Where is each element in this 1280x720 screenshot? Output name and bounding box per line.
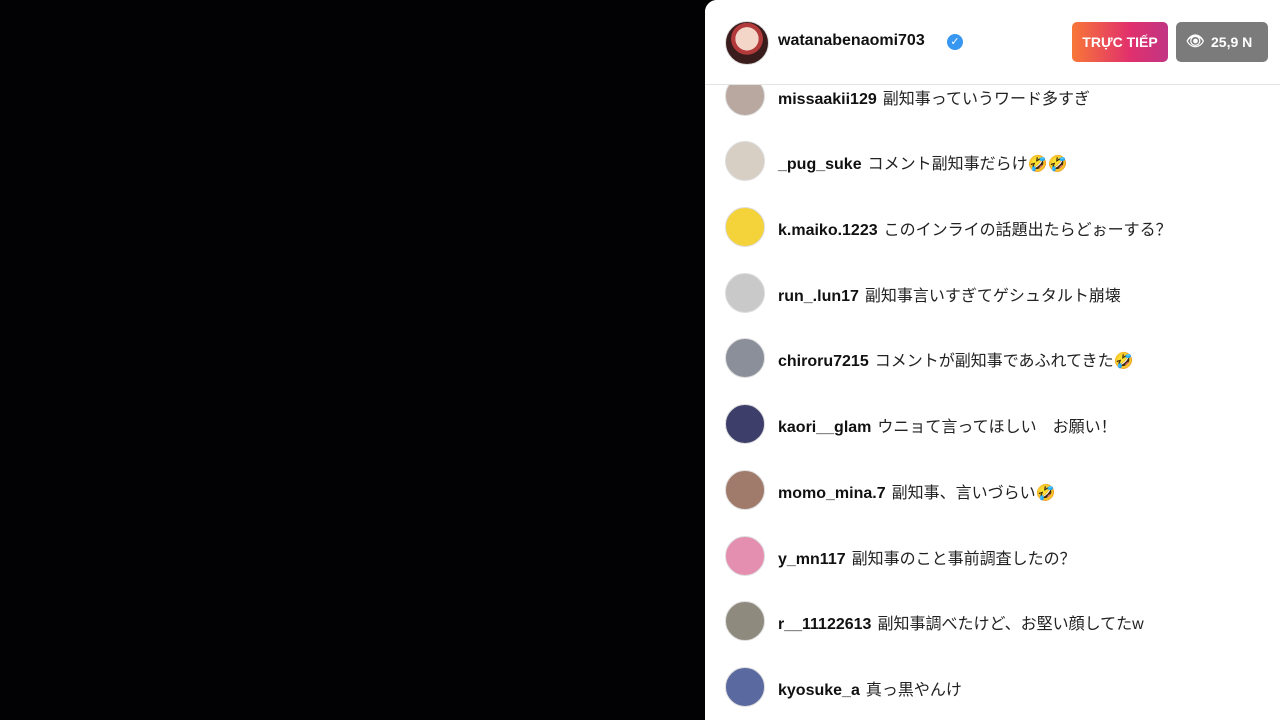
comment-text: chiroru7215 コメントが副知事であふれてきた🤣 — [778, 347, 1134, 371]
comment-body: ウニョて言ってほしい お願い！ — [877, 419, 1117, 436]
verified-badge-icon: ✓ — [947, 34, 963, 50]
comment-list[interactable]: missaakii129 副知事っていうワード多すぎ _pug_suke コメント副… — [705, 0, 1280, 720]
comment-item: kyosuke_a 真っ黒やんけ — [705, 665, 1280, 709]
comment-username[interactable]: k.maiko.1223 — [778, 222, 878, 239]
comment-item: r__11122613 副知事調べたけど、お堅い顔してたw — [705, 599, 1280, 643]
comment-item: y_mn117 副知事のこと事前調査したの？ — [705, 534, 1280, 578]
comment-item: momo_mina.7 副知事、言いづらい🤣 — [705, 468, 1280, 512]
comment-username[interactable]: run_.lun17 — [778, 288, 859, 305]
comment-text: r__11122613 副知事調べたけど、お堅い顔してたw — [778, 610, 1144, 634]
live-video-area[interactable] — [0, 0, 705, 720]
user-avatar[interactable] — [725, 470, 765, 510]
viewer-count-badge[interactable]: 👁 25,9 N — [1176, 22, 1268, 62]
comment-body: コメントが副知事であふれてきた🤣 — [874, 353, 1134, 370]
user-avatar[interactable] — [725, 207, 765, 247]
comment-username[interactable]: momo_mina.7 — [778, 485, 886, 502]
comment-username[interactable]: y_mn117 — [778, 551, 846, 568]
comments-panel: missaakii129 副知事っていうワード多すぎ _pug_suke コメント副… — [705, 0, 1280, 720]
host-username[interactable]: watanabenaomi703 — [778, 32, 925, 50]
comment-item: kaori__glam ウニョて言ってほしい お願い！ — [705, 402, 1280, 446]
comment-body: 真っ黒やんけ — [865, 682, 962, 699]
user-avatar[interactable] — [725, 141, 765, 181]
comment-username[interactable]: kyosuke_a — [778, 682, 860, 699]
comment-text: momo_mina.7 副知事、言いづらい🤣 — [778, 479, 1056, 503]
comment-username[interactable]: r__11122613 — [778, 616, 871, 633]
comment-text: kaori__glam ウニョて言ってほしい お願い！ — [778, 413, 1117, 437]
comment-body: 副知事のこと事前調査したの？ — [851, 551, 1076, 568]
comment-item: _pug_suke コメント副知事だらけ🤣🤣 — [705, 139, 1280, 183]
comment-body: 副知事っていうワード多すぎ — [882, 91, 1090, 108]
comment-item: run_.lun17 副知事言いすぎてゲシュタルト崩壊 — [705, 271, 1280, 315]
comment-text: _pug_suke コメント副知事だらけ🤣🤣 — [778, 150, 1067, 174]
comment-body: このインライの話題出たらどぉーする？ — [883, 222, 1172, 239]
comment-text: missaakii129 副知事っていうワード多すぎ — [778, 85, 1090, 109]
comment-text: k.maiko.1223 このインライの話題出たらどぉーする？ — [778, 216, 1172, 240]
comment-text: y_mn117 副知事のこと事前調査したの？ — [778, 545, 1076, 569]
comment-username[interactable]: chiroru7215 — [778, 353, 869, 370]
comment-body: 副知事、言いづらい🤣 — [891, 485, 1056, 502]
comment-item: k.maiko.1223 このインライの話題出たらどぉーする？ — [705, 205, 1280, 249]
comment-item: chiroru7215 コメントが副知事であふれてきた🤣 — [705, 336, 1280, 380]
comment-body: 副知事調べたけど、お堅い顔してたw — [877, 616, 1144, 633]
comment-username[interactable]: _pug_suke — [778, 156, 862, 173]
user-avatar[interactable] — [725, 536, 765, 576]
comment-text: run_.lun17 副知事言いすぎてゲシュタルト崩壊 — [778, 282, 1121, 306]
eye-icon: 👁 — [1186, 33, 1206, 50]
host-avatar[interactable] — [725, 21, 769, 65]
user-avatar[interactable] — [725, 273, 765, 313]
comment-username[interactable]: kaori__glam — [778, 419, 871, 436]
comment-body: コメント副知事だらけ🤣🤣 — [867, 156, 1068, 173]
viewer-count: 25,9 N — [1211, 34, 1253, 50]
comment-username[interactable]: missaakii129 — [778, 91, 877, 108]
live-header: watanabenaomi703 ✓ TRỰC TIẾP 👁 25,9 N — [705, 0, 1280, 85]
comment-body: 副知事言いすぎてゲシュタルト崩壊 — [864, 288, 1121, 305]
user-avatar[interactable] — [725, 404, 765, 444]
user-avatar[interactable] — [725, 338, 765, 378]
user-avatar[interactable] — [725, 667, 765, 707]
live-badge: TRỰC TIẾP — [1072, 22, 1168, 62]
user-avatar[interactable] — [725, 601, 765, 641]
comment-text: kyosuke_a 真っ黒やんけ — [778, 676, 962, 700]
